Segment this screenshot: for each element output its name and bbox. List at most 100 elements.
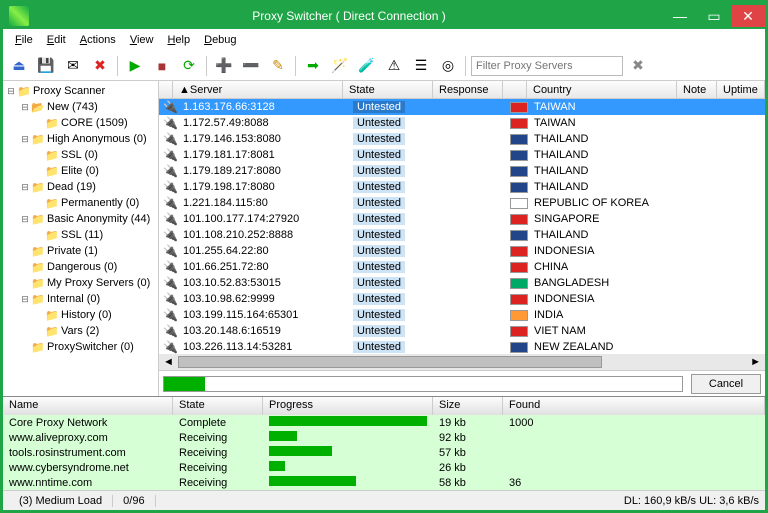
maximize-button[interactable]: ▭ xyxy=(697,5,731,27)
close-button[interactable]: ✕ xyxy=(731,5,765,27)
delete-button[interactable]: ✖ xyxy=(88,54,112,78)
tree-node[interactable]: ⊟📁Proxy Scanner xyxy=(5,83,156,99)
remove-button[interactable]: ➖ xyxy=(239,54,263,78)
proxy-row[interactable]: 🔌103.10.52.83:53015UntestedBANGLADESH xyxy=(159,275,765,291)
proxy-icon: 🔌 xyxy=(163,260,177,274)
clear-filter-button[interactable]: ✖ xyxy=(626,54,650,78)
add-button[interactable]: ➕ xyxy=(212,54,236,78)
flag-icon xyxy=(510,166,528,177)
flag-icon xyxy=(510,326,528,337)
menu-help[interactable]: Help xyxy=(161,32,196,48)
tree-node[interactable]: ⊟📂New (743) xyxy=(5,99,156,115)
col-note[interactable]: Note xyxy=(677,81,717,98)
col-response[interactable]: Response xyxy=(433,81,503,98)
edit-button[interactable]: ✎ xyxy=(266,54,290,78)
save-button[interactable]: 💾 xyxy=(34,54,58,78)
proxy-row[interactable]: 🔌1.163.176.66:3128UntestedTAIWAN xyxy=(159,99,765,115)
tree-node[interactable]: ⊟📁Basic Anonymity (44) xyxy=(5,211,156,227)
menu-view[interactable]: View xyxy=(124,32,160,48)
proxy-row[interactable]: 🔌1.179.181.17:8081UntestedTHAILAND xyxy=(159,147,765,163)
flag-icon xyxy=(510,214,528,225)
bcol-found[interactable]: Found xyxy=(503,397,765,415)
menu-edit[interactable]: Edit xyxy=(41,32,72,48)
tree-node[interactable]: 📁SSL (0) xyxy=(5,147,156,163)
flag-icon xyxy=(510,134,528,145)
tree-node[interactable]: ⊟📁Internal (0) xyxy=(5,291,156,307)
proxy-row[interactable]: 🔌103.226.113.14:53281UntestedNEW ZEALAND xyxy=(159,339,765,354)
menu-actions[interactable]: Actions xyxy=(74,32,122,48)
col-state[interactable]: State xyxy=(343,81,433,98)
menu-file[interactable]: File xyxy=(9,32,39,48)
tree-node[interactable]: ⊟📁High Anonymous (0) xyxy=(5,131,156,147)
proxy-row[interactable]: 🔌103.20.148.6:16519UntestedVIET NAM xyxy=(159,323,765,339)
tree-node[interactable]: 📁Permanently (0) xyxy=(5,195,156,211)
refresh-button[interactable]: ⟳ xyxy=(177,54,201,78)
tree-node[interactable]: 📁My Proxy Servers (0) xyxy=(5,275,156,291)
flag-icon xyxy=(510,102,528,113)
proxy-row[interactable]: 🔌1.221.184.115:80UntestedREPUBLIC OF KOR… xyxy=(159,195,765,211)
flag-icon xyxy=(510,342,528,353)
wand-button[interactable]: 🪄 xyxy=(328,54,352,78)
col-uptime[interactable]: Uptime xyxy=(717,81,765,98)
test-button[interactable]: 🧪 xyxy=(355,54,379,78)
list-button[interactable]: ☰ xyxy=(409,54,433,78)
window-title: Proxy Switcher ( Direct Connection ) xyxy=(35,9,663,23)
proxy-icon: 🔌 xyxy=(163,132,177,146)
stop-button[interactable]: ■ xyxy=(150,54,174,78)
forward-button[interactable]: ➡ xyxy=(301,54,325,78)
tree-panel[interactable]: ⊟📁Proxy Scanner⊟📂New (743)📁CORE (1509)⊟📁… xyxy=(3,81,159,396)
bcol-name[interactable]: Name xyxy=(3,397,173,415)
horizontal-scrollbar[interactable]: ◄► xyxy=(159,354,765,370)
flag-icon xyxy=(510,262,528,273)
proxy-row[interactable]: 🔌1.172.57.49:8088UntestedTAIWAN xyxy=(159,115,765,131)
flag-icon xyxy=(510,310,528,321)
proxy-row[interactable]: 🔌1.179.146.153:8080UntestedTHAILAND xyxy=(159,131,765,147)
tree-node[interactable]: 📁CORE (1509) xyxy=(5,115,156,131)
flag-icon xyxy=(510,198,528,209)
grid-header: ▲ Server State Response Country Note Upt… xyxy=(159,81,765,99)
tree-node[interactable]: 📁Private (1) xyxy=(5,243,156,259)
proxy-icon: 🔌 xyxy=(163,324,177,338)
proxy-row[interactable]: 🔌1.179.189.217:8080UntestedTHAILAND xyxy=(159,163,765,179)
mail-button[interactable]: ✉ xyxy=(61,54,85,78)
target-button[interactable]: ◎ xyxy=(436,54,460,78)
proxy-row[interactable]: 🔌101.108.210.252:8888UntestedTHAILAND xyxy=(159,227,765,243)
proxy-icon: 🔌 xyxy=(163,212,177,226)
warn-button[interactable]: ⚠ xyxy=(382,54,406,78)
col-country[interactable]: Country xyxy=(527,81,677,98)
bcol-size[interactable]: Size xyxy=(433,397,503,415)
bcol-state[interactable]: State xyxy=(173,397,263,415)
tree-node[interactable]: 📁Elite (0) xyxy=(5,163,156,179)
download-row[interactable]: www.aliveproxy.comReceiving92 kb xyxy=(3,430,765,445)
tree-node[interactable]: 📁ProxySwitcher (0) xyxy=(5,339,156,355)
download-row[interactable]: tools.rosinstrument.comReceiving57 kb xyxy=(3,445,765,460)
flag-icon xyxy=(510,294,528,305)
play-button[interactable]: ▶ xyxy=(123,54,147,78)
tree-node[interactable]: ⊟📁Dead (19) xyxy=(5,179,156,195)
eject-button[interactable]: ⏏ xyxy=(7,54,31,78)
download-row[interactable]: www.nntime.comReceiving58 kb36 xyxy=(3,475,765,490)
menu-debug[interactable]: Debug xyxy=(198,32,242,48)
tree-node[interactable]: 📁SSL (11) xyxy=(5,227,156,243)
proxy-row[interactable]: 🔌103.199.115.164:65301UntestedINDIA xyxy=(159,307,765,323)
tree-node[interactable]: 📁Dangerous (0) xyxy=(5,259,156,275)
tree-node[interactable]: 📁Vars (2) xyxy=(5,323,156,339)
grid-rows[interactable]: 🔌1.163.176.66:3128UntestedTAIWAN🔌1.172.5… xyxy=(159,99,765,354)
toolbar: ⏏💾✉✖▶■⟳➕➖✎➡🪄🧪⚠☰◎✖ xyxy=(3,51,765,81)
cancel-button[interactable]: Cancel xyxy=(691,374,761,394)
tree-node[interactable]: 📁History (0) xyxy=(5,307,156,323)
proxy-icon: 🔌 xyxy=(163,148,177,162)
proxy-row[interactable]: 🔌101.100.177.174:27920UntestedSINGAPORE xyxy=(159,211,765,227)
proxy-icon: 🔌 xyxy=(163,292,177,306)
app-icon xyxy=(9,6,29,26)
minimize-button[interactable]: — xyxy=(663,5,697,27)
filter-input[interactable] xyxy=(471,56,623,76)
proxy-row[interactable]: 🔌101.66.251.72:80UntestedCHINA xyxy=(159,259,765,275)
proxy-row[interactable]: 🔌1.179.198.17:8080UntestedTHAILAND xyxy=(159,179,765,195)
download-row[interactable]: Core Proxy NetworkComplete19 kb1000 xyxy=(3,415,765,430)
download-row[interactable]: www.cybersyndrome.netReceiving26 kb xyxy=(3,460,765,475)
bcol-progress[interactable]: Progress xyxy=(263,397,433,415)
proxy-row[interactable]: 🔌103.10.98.62:9999UntestedINDONESIA xyxy=(159,291,765,307)
col-server[interactable]: ▲ Server xyxy=(173,81,343,98)
proxy-row[interactable]: 🔌101.255.64.22:80UntestedINDONESIA xyxy=(159,243,765,259)
